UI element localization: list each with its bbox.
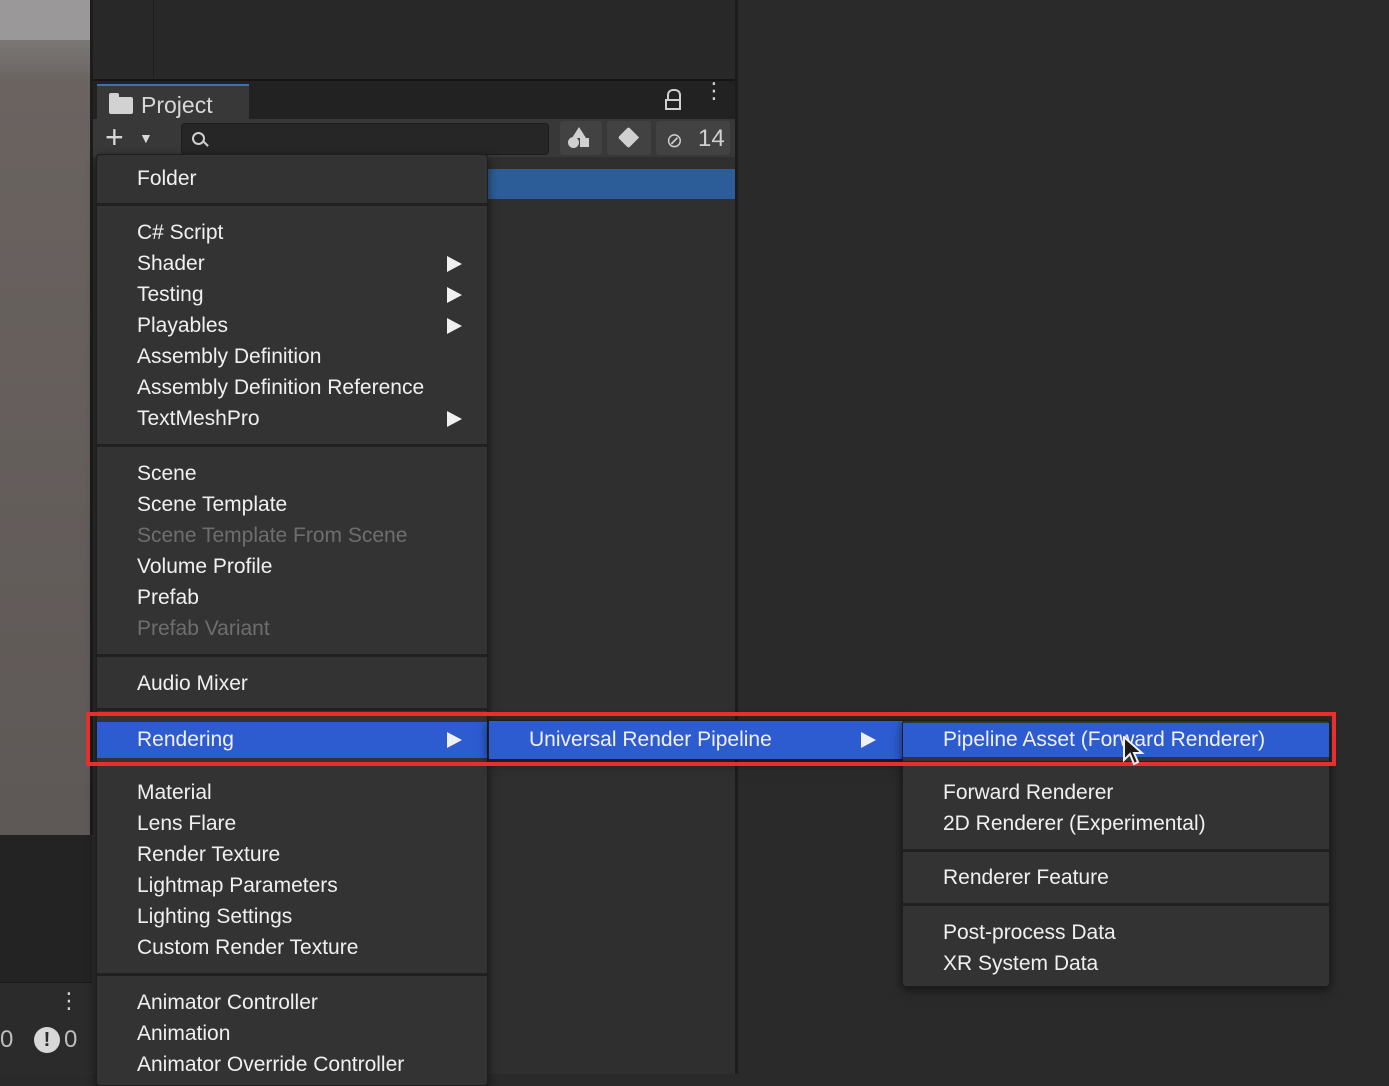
tab-project[interactable]: Project: [97, 84, 249, 123]
chevron-down-icon[interactable]: ▼: [139, 130, 153, 146]
menu-separator: [903, 903, 1329, 906]
menu-item-xr-system-data[interactable]: XR System Data: [903, 948, 1329, 979]
menu-item-animator-override-controller[interactable]: Animator Override Controller: [97, 1049, 487, 1080]
menu-separator: [97, 654, 487, 657]
search-by-label-button[interactable]: [607, 121, 651, 155]
menu-item-prefab-variant: Prefab Variant: [137, 617, 270, 640]
menu-separator: [97, 973, 487, 976]
menu-separator: [97, 708, 487, 711]
menu-item-testing[interactable]: Testing: [97, 279, 487, 310]
menu-item-audio-mixer[interactable]: Audio Mixer: [97, 668, 487, 699]
menu-item-animator-controller[interactable]: Animator Controller: [97, 987, 487, 1018]
menu-item-prefab[interactable]: Prefab: [97, 582, 487, 613]
menu-item-scene-template[interactable]: Scene Template: [97, 489, 487, 520]
tab-project-label: Project: [141, 92, 213, 118]
menu-item-material[interactable]: Material: [97, 777, 487, 808]
menu-item-lightmap-parameters[interactable]: Lightmap Parameters: [97, 870, 487, 901]
annotation-highlight-box: [86, 712, 1336, 766]
submenu-arrow-icon: [447, 318, 462, 334]
search-input[interactable]: [181, 123, 549, 155]
menu-item-animation[interactable]: Animation: [97, 1018, 487, 1049]
menu-separator: [97, 203, 487, 206]
menu-item-forward-renderer[interactable]: Forward Renderer: [903, 777, 1329, 808]
menu-item-assembly-definition[interactable]: Assembly Definition: [97, 341, 487, 372]
more-options-icon[interactable]: ⋮: [703, 80, 725, 102]
scene-view-header: [0, 0, 90, 40]
hidden-packages-button[interactable]: ⊘ 14: [656, 121, 730, 155]
console-more-icon[interactable]: ⋮: [58, 990, 80, 1012]
project-tab-bar: Project ⋮: [93, 79, 735, 123]
menu-item-assembly-definition-reference[interactable]: Assembly Definition Reference: [97, 372, 487, 403]
menu-item-custom-render-texture[interactable]: Custom Render Texture: [97, 932, 487, 963]
create-menu: Folder C# Script Shader Testing Playable…: [96, 154, 488, 1086]
menu-item-lens-flare[interactable]: Lens Flare: [97, 808, 487, 839]
console-warning-count[interactable]: 0: [64, 1026, 77, 1054]
menu-item-lighting-settings[interactable]: Lighting Settings: [97, 901, 487, 932]
warning-icon[interactable]: !: [34, 1027, 60, 1053]
menu-item-scene[interactable]: Scene: [97, 458, 487, 489]
search-by-type-button[interactable]: [560, 121, 602, 155]
menu-item-playables[interactable]: Playables: [97, 310, 487, 341]
menu-separator: [903, 849, 1329, 852]
menu-item-post-process-data[interactable]: Post-process Data: [903, 917, 1329, 948]
menu-item-shader[interactable]: Shader: [97, 248, 487, 279]
menu-item-cs-script[interactable]: C# Script: [97, 217, 487, 248]
upper-panel: [93, 0, 735, 78]
menu-item-renderer-feature[interactable]: Renderer Feature: [903, 862, 1329, 893]
create-button[interactable]: +: [105, 121, 124, 153]
menu-item-scene-template-from-scene: Scene Template From Scene: [137, 524, 408, 547]
eye-slash-icon: ⊘: [666, 130, 683, 152]
project-toolbar: + ▼ ⊘ 14: [93, 119, 735, 157]
menu-item-textmeshpro[interactable]: TextMeshPro: [97, 403, 487, 434]
tag-icon: [617, 126, 640, 149]
submenu-arrow-icon: [447, 256, 462, 272]
submenu-arrow-icon: [447, 287, 462, 303]
console-log-count[interactable]: 0: [0, 1026, 13, 1054]
submenu-arrow-icon: [447, 411, 462, 427]
menu-item-2d-renderer[interactable]: 2D Renderer (Experimental): [903, 808, 1329, 839]
menu-item-folder[interactable]: Folder: [97, 163, 487, 194]
search-icon: [192, 132, 205, 145]
menu-item-render-texture[interactable]: Render Texture: [97, 839, 487, 870]
folder-icon: [109, 93, 133, 114]
shapes-icon: [568, 127, 590, 149]
selected-folder-row[interactable]: [486, 169, 735, 199]
scene-view-strip: [0, 0, 90, 835]
menu-item-volume-profile[interactable]: Volume Profile: [97, 551, 487, 582]
hidden-packages-count: 14: [698, 125, 725, 152]
menu-separator: [97, 444, 487, 447]
lock-icon[interactable]: [665, 89, 681, 111]
